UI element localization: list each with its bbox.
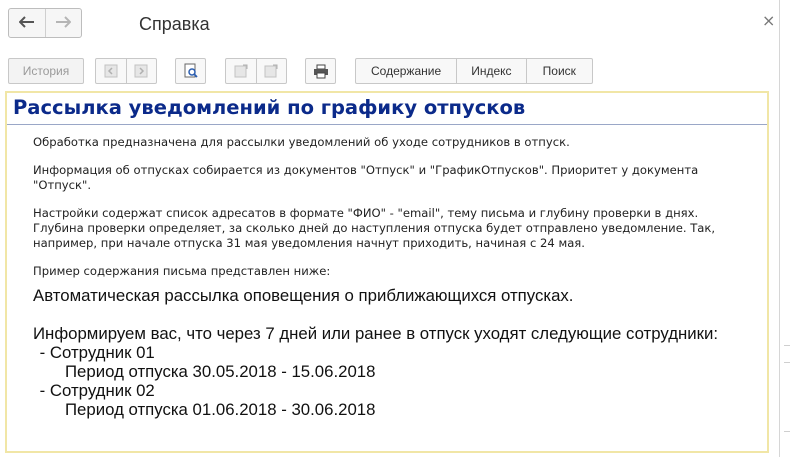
- window-title: Справка: [139, 14, 210, 34]
- paragraph-purpose: Обработка предназначена для рассылки уве…: [33, 135, 570, 149]
- help-sections-group: Содержание Индекс Поиск: [355, 58, 593, 84]
- history-button[interactable]: История: [8, 58, 84, 84]
- find-in-page-icon: [184, 63, 198, 78]
- search-button[interactable]: Поиск: [525, 59, 592, 83]
- edge-tick: [784, 362, 790, 363]
- section-nav-group: [225, 58, 287, 84]
- previous-page-button[interactable]: [96, 59, 126, 83]
- back-button[interactable]: [9, 9, 45, 37]
- next-section-button[interactable]: [255, 59, 287, 83]
- close-icon[interactable]: ×: [762, 11, 775, 30]
- paragraph-sources: Информация об отпусках собирается из док…: [33, 163, 699, 192]
- page-nav-group: [95, 58, 157, 84]
- next-page-icon: [134, 64, 148, 78]
- index-label: Индекс: [471, 64, 512, 78]
- window-right-edge: [779, 0, 792, 457]
- next-section-icon: [264, 64, 278, 78]
- help-window: Справка × История Содержание Индекс Поис…: [0, 0, 779, 457]
- search-label: Поиск: [542, 64, 576, 78]
- find-in-page-button[interactable]: [175, 58, 206, 84]
- sample-line-heading: Автоматическая рассылка оповещения о при…: [33, 286, 574, 305]
- previous-section-icon: [234, 64, 248, 78]
- email-sample: Автоматическая рассылка оповещения о при…: [33, 286, 758, 419]
- toolbar: История Содержание Индекс Поиск: [0, 58, 779, 86]
- arrow-right-icon: [55, 13, 72, 33]
- paragraph-settings: Настройки содержат список адресатов в фо…: [33, 206, 716, 250]
- paragraph-example-intro: Пример содержания письма представлен ниж…: [33, 264, 331, 278]
- sample-employee-2: - Сотрудник 02: [35, 381, 155, 400]
- print-button[interactable]: [305, 58, 336, 84]
- next-page-button[interactable]: [125, 59, 157, 83]
- article-title: Рассылка уведомлений по графику отпусков: [13, 96, 526, 119]
- previous-section-button[interactable]: [226, 59, 256, 83]
- sample-period-1: Период отпуска 30.05.2018 - 15.06.2018: [65, 362, 376, 381]
- edge-tick: [784, 431, 790, 432]
- index-button[interactable]: Индекс: [456, 59, 525, 83]
- edge-tick: [784, 345, 790, 346]
- sample-spacer: [33, 305, 758, 324]
- contents-label: Содержание: [371, 64, 442, 78]
- title-divider: [7, 124, 767, 125]
- printer-icon: [313, 64, 328, 78]
- sample-period-2: Период отпуска 01.06.2018 - 30.06.2018: [65, 400, 376, 419]
- article-body: Обработка предназначена для рассылки уве…: [33, 135, 758, 419]
- forward-button[interactable]: [44, 9, 82, 37]
- contents-button[interactable]: Содержание: [356, 59, 456, 83]
- navigation-group: [8, 8, 82, 38]
- arrow-left-icon: [18, 13, 35, 33]
- sample-line-intro: Информируем вас, что через 7 дней или ра…: [33, 324, 719, 343]
- previous-page-icon: [104, 64, 118, 78]
- history-label: История: [22, 64, 70, 78]
- sample-employee-1: - Сотрудник 01: [35, 343, 155, 362]
